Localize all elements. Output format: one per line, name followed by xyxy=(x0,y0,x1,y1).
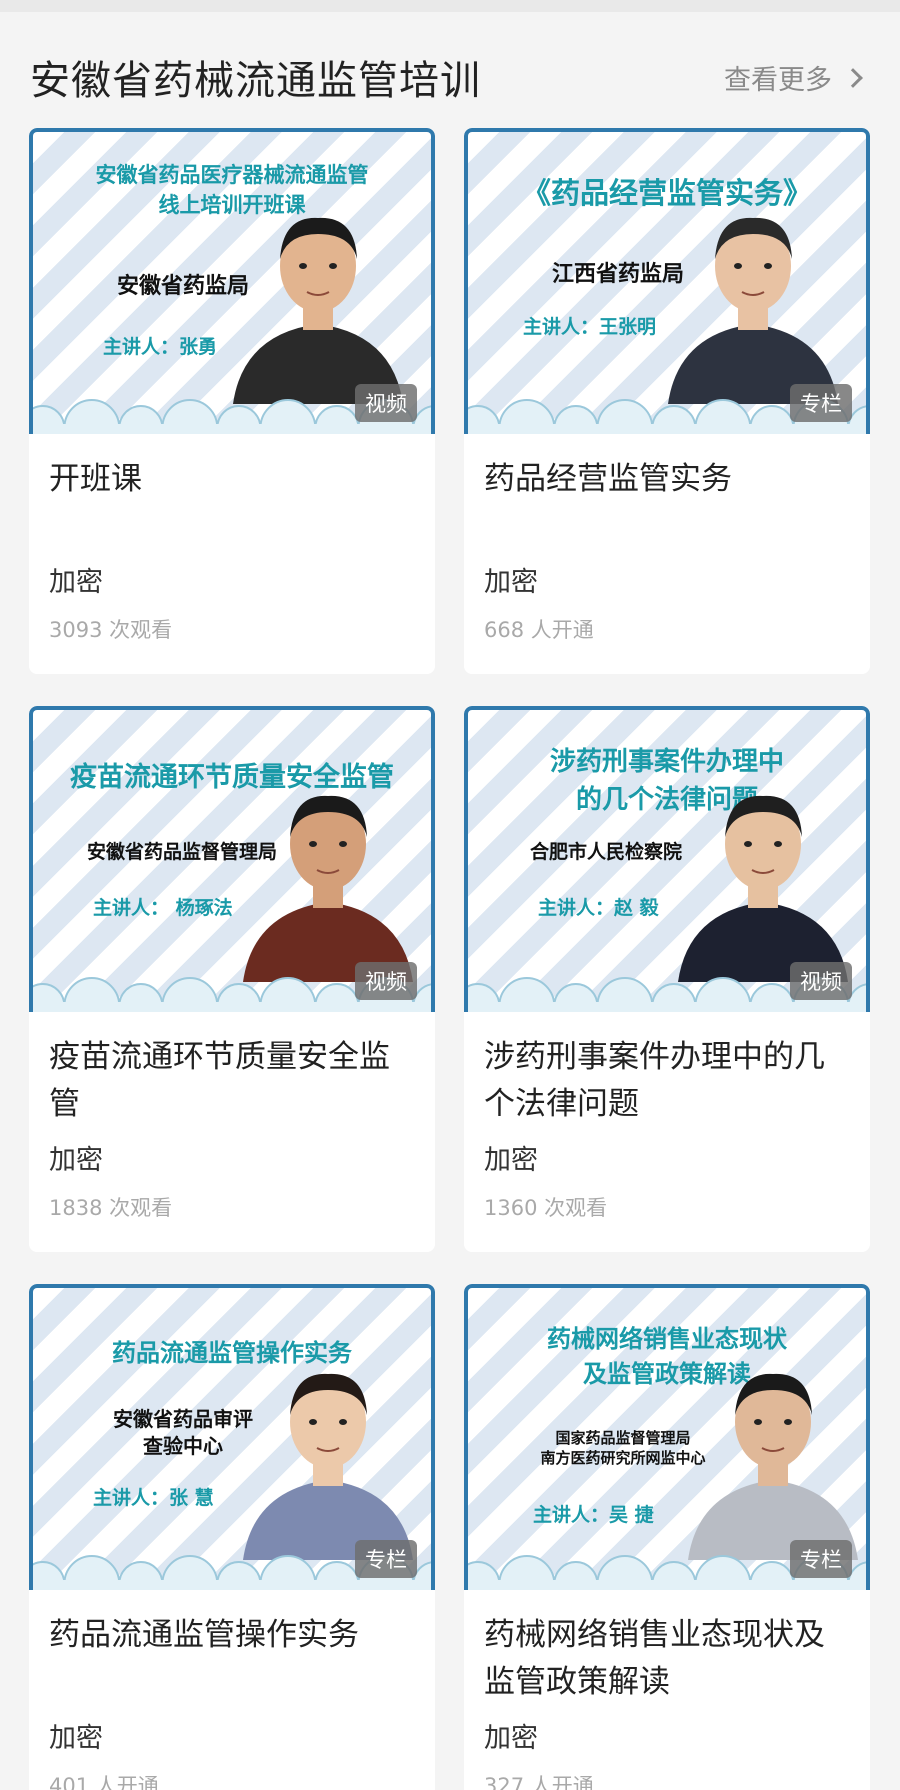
course-card[interactable]: 药品流通监管操作实务 安徽省药品审评 查验中心 主讲人：张 慧 专栏 药品流通监… xyxy=(29,1284,435,1790)
lecturer-photo xyxy=(223,204,413,404)
thumbnail-lecturer: 主讲人：王张明 xyxy=(523,316,657,338)
top-strip xyxy=(0,0,900,12)
course-card[interactable]: 《药品经营监管实务》 江西省药监局 主讲人：王张明 专栏 药品经营监管实务 加密… xyxy=(464,128,870,674)
lecturer-photo xyxy=(668,782,858,982)
thumbnail-lecturer: 主讲人：张勇 xyxy=(103,336,218,358)
course-card[interactable]: 安徽省药品医疗器械流通监管 线上培训开班课 安徽省药监局 主讲人：张勇 视频 开… xyxy=(29,128,435,674)
course-title[interactable]: 涉药刑事案件办理中的几个法律问题 xyxy=(484,1034,854,1127)
course-thumbnail[interactable]: 《药品经营监管实务》 江西省药监局 主讲人：王张明 专栏 xyxy=(464,128,870,434)
course-thumbnail[interactable]: 疫苗流通环节质量安全监管 安徽省药品监督管理局 主讲人： 杨琢法 视频 xyxy=(29,706,435,1012)
thumbnail-lecturer: 主讲人：吴 捷 xyxy=(533,1504,654,1526)
view-count: 1838 次观看 xyxy=(49,1196,173,1220)
view-count: 3093 次观看 xyxy=(49,618,173,642)
lecturer-photo xyxy=(233,1360,423,1560)
access-status: 加密 xyxy=(49,567,103,598)
access-status: 加密 xyxy=(49,1723,103,1754)
course-thumbnail[interactable]: 安徽省药品医疗器械流通监管 线上培训开班课 安徽省药监局 主讲人：张勇 视频 xyxy=(29,128,435,434)
view-count: 327 人开通 xyxy=(484,1774,594,1790)
see-more-link[interactable]: 查看更多 xyxy=(724,58,863,97)
course-card[interactable]: 疫苗流通环节质量安全监管 安徽省药品监督管理局 主讲人： 杨琢法 视频 疫苗流通… xyxy=(29,706,435,1252)
section-header: 安徽省药械流通监管培训 查看更多 xyxy=(0,12,900,122)
content-type-badge: 专栏 xyxy=(790,384,852,422)
access-status: 加密 xyxy=(49,1145,103,1176)
thumbnail-lecturer: 主讲人： 杨琢法 xyxy=(93,897,233,919)
content-type-badge: 视频 xyxy=(790,962,852,1000)
content-type-badge: 视频 xyxy=(355,962,417,1000)
course-title[interactable]: 疫苗流通环节质量安全监管 xyxy=(49,1034,419,1127)
lecturer-photo xyxy=(678,1360,866,1560)
thumbnail-lecturer: 主讲人：赵 毅 xyxy=(538,897,659,919)
lecturer-photo xyxy=(658,204,848,404)
access-status: 加密 xyxy=(484,1145,538,1176)
course-thumbnail[interactable]: 药品流通监管操作实务 安徽省药品审评 查验中心 主讲人：张 慧 专栏 xyxy=(29,1284,435,1590)
course-card[interactable]: 药械网络销售业态现状 及监管政策解读 国家药品监督管理局 南方医药研究所网监中心… xyxy=(464,1284,870,1790)
chevron-right-icon xyxy=(843,67,863,88)
see-more-label: 查看更多 xyxy=(724,65,832,96)
course-thumbnail[interactable]: 药械网络销售业态现状 及监管政策解读 国家药品监督管理局 南方医药研究所网监中心… xyxy=(464,1284,870,1590)
course-title[interactable]: 药品经营监管实务 xyxy=(484,456,854,503)
course-thumbnail[interactable]: 涉药刑事案件办理中 的几个法律问题 合肥市人民检察院 主讲人：赵 毅 视频 xyxy=(464,706,870,1012)
access-status: 加密 xyxy=(484,1723,538,1754)
content-type-badge: 专栏 xyxy=(790,1540,852,1578)
course-title[interactable]: 药品流通监管操作实务 xyxy=(49,1612,419,1659)
section-title: 安徽省药械流通监管培训 xyxy=(30,58,481,104)
access-status: 加密 xyxy=(484,567,538,598)
view-count: 668 人开通 xyxy=(484,618,594,642)
thumbnail-lecturer: 主讲人：张 慧 xyxy=(93,1487,214,1509)
lecturer-photo xyxy=(233,782,423,982)
view-count: 1360 次观看 xyxy=(484,1196,608,1220)
course-title[interactable]: 开班课 xyxy=(49,456,419,503)
view-count: 401 人开通 xyxy=(49,1774,159,1790)
course-title[interactable]: 药械网络销售业态现状及监管政策解读 xyxy=(484,1612,854,1705)
content-type-badge: 视频 xyxy=(355,384,417,422)
content-type-badge: 专栏 xyxy=(355,1540,417,1578)
course-card[interactable]: 涉药刑事案件办理中 的几个法律问题 合肥市人民检察院 主讲人：赵 毅 视频 涉药… xyxy=(464,706,870,1252)
